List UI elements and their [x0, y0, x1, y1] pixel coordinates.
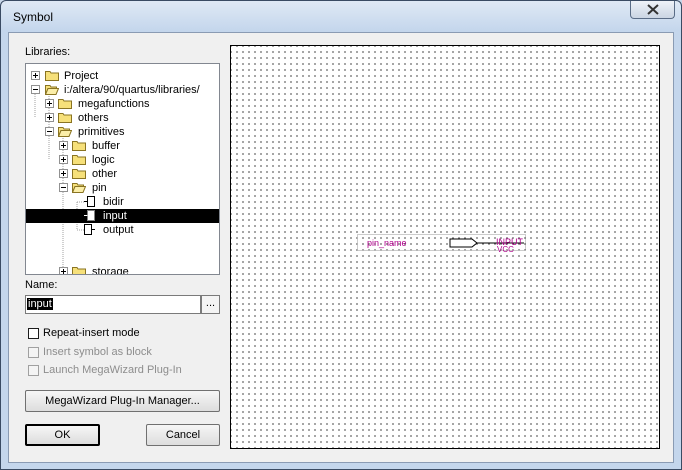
- tree-item-label: other: [92, 168, 118, 180]
- tree-item-output[interactable]: output: [26, 223, 219, 237]
- tree-item-logic[interactable]: logic: [26, 153, 219, 167]
- expand-icon[interactable]: [45, 113, 54, 122]
- folder-icon: [58, 113, 72, 123]
- expand-icon[interactable]: [59, 155, 68, 164]
- folder-icon: [72, 141, 86, 151]
- tree-item-label: output: [103, 224, 134, 236]
- collapse-icon[interactable]: [59, 183, 68, 192]
- folder-icon: [45, 71, 59, 81]
- close-button[interactable]: [630, 1, 675, 19]
- tree-item-pin[interactable]: pin: [26, 181, 219, 195]
- name-input[interactable]: input: [25, 295, 201, 314]
- tree-item-label: storage: [92, 266, 129, 275]
- tree-item-megafunctions[interactable]: megafunctions: [26, 97, 219, 111]
- tree-item-others[interactable]: others: [26, 111, 219, 125]
- open-folder-icon: [72, 183, 86, 193]
- name-label: Name:: [25, 279, 58, 291]
- pin-name-label: pin_name: [367, 238, 407, 248]
- symbol-icon: [84, 210, 95, 221]
- tree-item-label: primitives: [78, 126, 125, 138]
- library-tree[interactable]: Project i:/altera/90/quartus/libraries/ …: [25, 63, 220, 275]
- tree-item-label: logic: [92, 154, 115, 166]
- folder-icon: [72, 155, 86, 165]
- cancel-button[interactable]: Cancel: [146, 424, 220, 446]
- collapse-icon[interactable]: [31, 85, 40, 94]
- tree-item-label: buffer: [92, 140, 120, 152]
- folder-icon: [72, 267, 86, 274]
- title-bar: Symbol: [1, 1, 681, 33]
- expand-icon[interactable]: [59, 169, 68, 178]
- repeat-insert-label: Repeat-insert mode: [43, 327, 140, 339]
- collapse-icon[interactable]: [45, 127, 54, 136]
- launch-megawizard-label: Launch MegaWizard Plug-In: [43, 364, 182, 376]
- tree-item-label: input: [103, 210, 127, 222]
- tree-item-other[interactable]: other: [26, 167, 219, 181]
- symbol-icon: [84, 196, 95, 207]
- tree-item-primitives[interactable]: primitives: [26, 125, 219, 139]
- ok-button[interactable]: OK: [25, 424, 100, 446]
- tree-item-libraries-root[interactable]: i:/altera/90/quartus/libraries/: [26, 83, 219, 97]
- libraries-label: Libraries:: [25, 46, 71, 58]
- tree-item-bidir[interactable]: bidir: [26, 195, 219, 209]
- window-title: Symbol: [13, 10, 54, 24]
- tree-item-input[interactable]: input: [26, 209, 219, 223]
- open-folder-icon: [45, 85, 59, 95]
- tree-item-buffer[interactable]: buffer: [26, 139, 219, 153]
- folder-icon: [72, 169, 86, 179]
- tree-item-label: pin: [92, 182, 107, 194]
- tree-item-storage[interactable]: storage: [26, 265, 219, 275]
- symbol-icon: [84, 224, 95, 235]
- dialog-body: Libraries: Project i:/altera/90/quartus/…: [8, 32, 674, 463]
- input-pin-symbol: pin_name INPUT VCC: [357, 234, 527, 254]
- insert-as-block-checkbox[interactable]: [28, 347, 39, 358]
- symbol-dialog: Symbol Libraries: Project i:/altera/90/q…: [0, 0, 682, 470]
- expand-icon[interactable]: [31, 71, 40, 80]
- expand-icon[interactable]: [59, 267, 68, 274]
- tree-item-label: i:/altera/90/quartus/libraries/: [64, 84, 200, 96]
- tree-item-label: others: [78, 112, 109, 124]
- browse-button[interactable]: ...: [201, 295, 220, 314]
- expand-icon[interactable]: [45, 99, 54, 108]
- tree-item-project[interactable]: Project: [26, 69, 219, 83]
- tree-item-label: bidir: [103, 196, 124, 208]
- folder-icon: [58, 99, 72, 109]
- megawizard-manager-button[interactable]: MegaWizard Plug-In Manager...: [25, 390, 220, 412]
- open-folder-icon: [58, 127, 72, 137]
- tree-item-label: Project: [64, 70, 99, 82]
- insert-as-block-label: Insert symbol as block: [43, 346, 152, 358]
- symbol-preview-canvas: pin_name INPUT VCC: [230, 45, 660, 449]
- tree-item-label: megafunctions: [78, 98, 150, 110]
- launch-megawizard-checkbox[interactable]: [28, 365, 39, 376]
- name-input-value: input: [27, 298, 53, 310]
- repeat-insert-checkbox[interactable]: [28, 328, 39, 339]
- expand-icon[interactable]: [59, 141, 68, 150]
- vcc-label: VCC: [497, 245, 514, 254]
- close-icon: [647, 4, 659, 15]
